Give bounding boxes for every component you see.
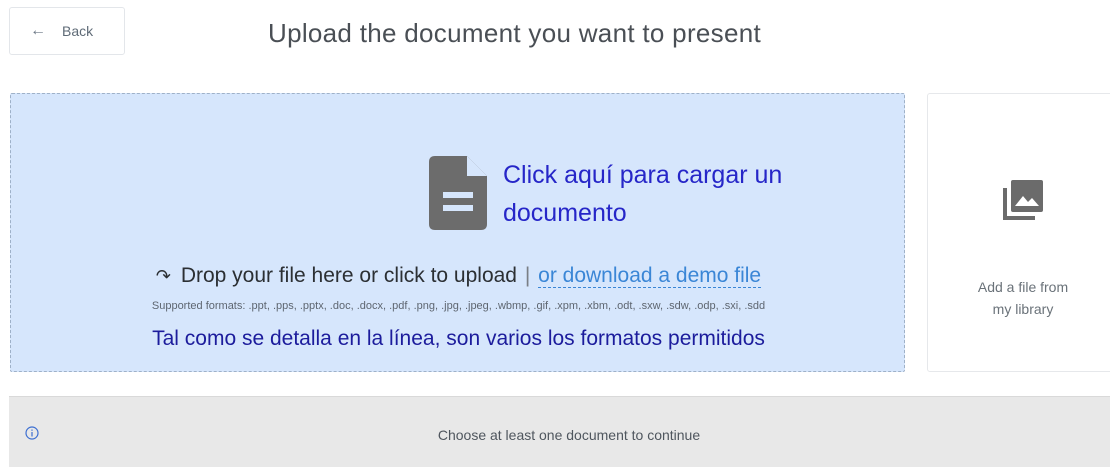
- upload-page: ← Back Upload the document you want to p…: [0, 0, 1110, 467]
- document-icon: [429, 156, 487, 230]
- refresh-icon: ↷: [155, 266, 171, 286]
- library-label: Add a file from my library: [928, 276, 1110, 320]
- drop-text: Drop your file here or click to upload: [180, 264, 517, 287]
- image-library-icon: [1003, 180, 1043, 220]
- annotation-click-here: Click aquí para cargar un documento: [503, 161, 783, 227]
- back-button-label: Back: [62, 23, 94, 39]
- library-label-line1: Add a file from: [977, 279, 1069, 295]
- annotation-formats: Tal como se detalla en la línea, son var…: [152, 327, 765, 350]
- supported-formats: Supported formats: .ppt, .pps, .pptx, .d…: [151, 300, 766, 312]
- arrow-left-icon: ←: [30, 22, 46, 39]
- file-dropzone[interactable]: Click aquí para cargar un documento ↷ Dr…: [10, 93, 905, 372]
- library-label-line2: my library: [992, 301, 1054, 317]
- download-demo-link[interactable]: or download a demo file: [538, 264, 762, 288]
- status-message: Choose at least one document to continue: [437, 427, 701, 443]
- page-title: Upload the document you want to present: [268, 18, 762, 48]
- library-upload-card[interactable]: Add a file from my library: [927, 93, 1110, 372]
- separator: |: [524, 264, 531, 287]
- drop-instruction: ↷ Drop your file here or click to upload…: [11, 264, 906, 288]
- status-bar: Choose at least one document to continue: [9, 396, 1110, 467]
- back-button[interactable]: ← Back: [9, 7, 125, 55]
